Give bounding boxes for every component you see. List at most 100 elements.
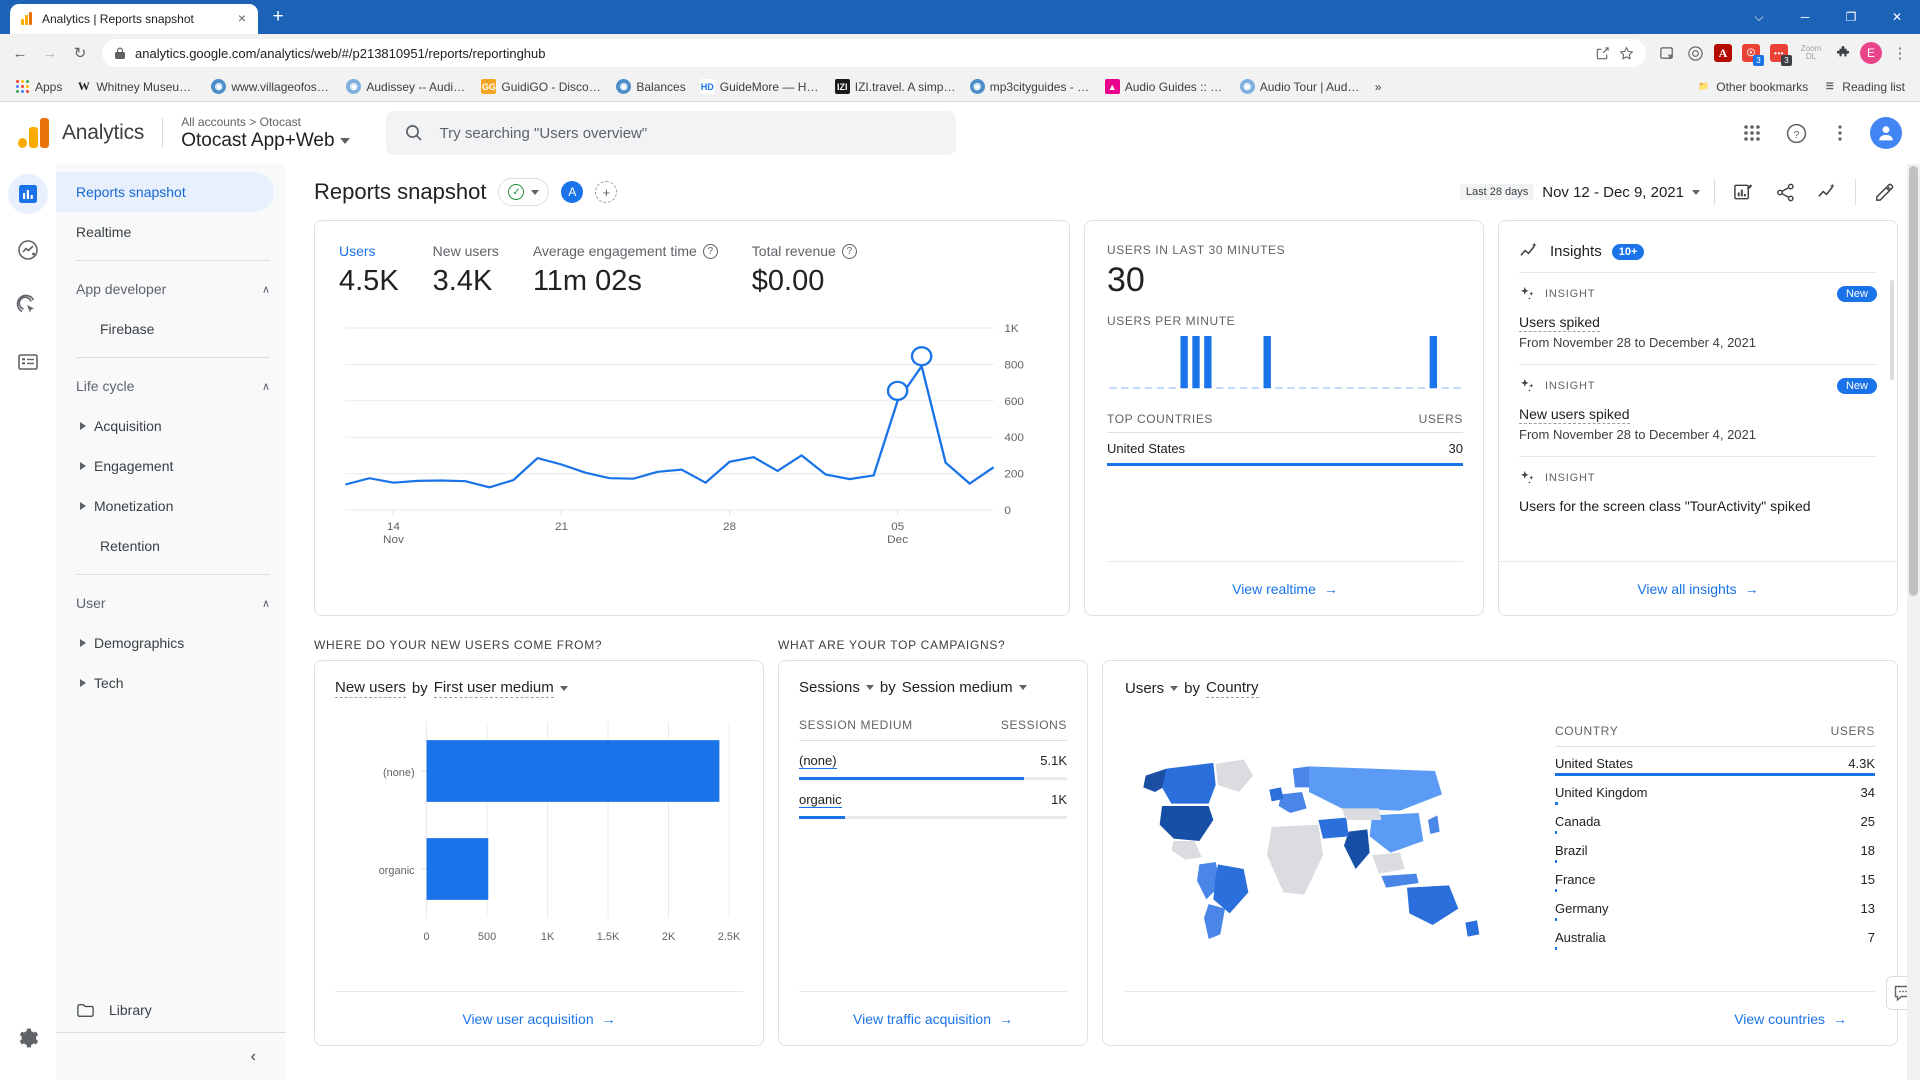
bookmarks-overflow-button[interactable]: » bbox=[1368, 77, 1389, 97]
bookmark-audiotour[interactable]: ◉ Audio Tour | Audio... bbox=[1233, 76, 1368, 97]
page-scrollbar-thumb[interactable] bbox=[1909, 166, 1918, 596]
insight-item[interactable]: INSIGHT Users for the screen class "Tour… bbox=[1519, 456, 1877, 529]
sidebar-item-monetization[interactable]: Monetization bbox=[56, 486, 286, 526]
dimension-selector[interactable]: First user medium bbox=[433, 679, 554, 698]
bookmark-villageofossining[interactable]: ◉ www.villageofossini... bbox=[204, 76, 339, 97]
sidebar-item-firebase[interactable]: Firebase bbox=[56, 309, 286, 349]
view-countries-link[interactable]: View countries → bbox=[1734, 1011, 1847, 1027]
table-row[interactable]: United States 4.3K bbox=[1555, 747, 1875, 776]
reading-list-button[interactable]: ☰ Reading list bbox=[1815, 76, 1912, 97]
puzzle-extensions-icon[interactable] bbox=[1830, 40, 1856, 66]
target-extension-icon[interactable] bbox=[1682, 40, 1708, 66]
sidebar-collapse-button[interactable]: ‹ bbox=[56, 1032, 286, 1080]
rail-item-reports[interactable] bbox=[8, 174, 48, 214]
status-badge[interactable]: ✓ bbox=[498, 178, 550, 206]
rail-item-admin[interactable] bbox=[8, 1018, 48, 1058]
rail-item-advertising[interactable] bbox=[8, 286, 48, 326]
cell-medium[interactable]: organic bbox=[799, 792, 842, 808]
insight-item[interactable]: INSIGHT New New users spiked From Novemb… bbox=[1519, 364, 1877, 456]
other-bookmarks-folder[interactable]: 📁 Other bookmarks bbox=[1689, 76, 1815, 97]
sidebar-item-library[interactable]: Library bbox=[56, 988, 286, 1032]
table-row[interactable]: Canada 25 bbox=[1555, 805, 1875, 834]
view-all-insights-link[interactable]: View all insights → bbox=[1637, 581, 1758, 597]
bookmark-apps[interactable]: Apps bbox=[8, 76, 69, 97]
insight-headline[interactable]: Users spiked bbox=[1519, 314, 1600, 332]
help-icon[interactable]: ? bbox=[1782, 119, 1810, 147]
metric-total-revenue[interactable]: Total revenue ? $0.00 bbox=[752, 243, 857, 298]
sidebar-group-app-developer[interactable]: App developer ∧ bbox=[56, 269, 286, 309]
bookmark-audioguides[interactable]: ▲ Audio Guides :: Ne... bbox=[1098, 76, 1233, 97]
dimension-selector[interactable]: Country bbox=[1206, 679, 1259, 698]
table-row[interactable]: Australia 7 bbox=[1555, 921, 1875, 950]
help-icon[interactable]: ? bbox=[702, 243, 718, 259]
sidebar-item-acquisition[interactable]: Acquisition bbox=[56, 406, 286, 446]
reload-icon[interactable]: ↻ bbox=[66, 39, 94, 67]
cell-medium[interactable]: (none) bbox=[799, 753, 837, 769]
browser-menu-icon[interactable]: ⋮ bbox=[1886, 39, 1914, 67]
sidebar-group-life-cycle[interactable]: Life cycle ∧ bbox=[56, 366, 286, 406]
dimension-selector[interactable]: Session medium bbox=[902, 679, 1013, 696]
users-line-chart[interactable]: 0 200 400 600 800 1K 14 Nov 21 28 05 Dec bbox=[339, 314, 1045, 605]
address-bar[interactable]: analytics.google.com/analytics/web/#/p21… bbox=[102, 39, 1646, 67]
bookmark-audissey[interactable]: ◉ Audissey -- Audio T... bbox=[339, 76, 474, 97]
table-row[interactable]: organic 1K bbox=[799, 780, 1067, 819]
sidebar-item-demographics[interactable]: Demographics bbox=[56, 623, 286, 663]
bookmark-guidigo[interactable]: GG GuidiGO - Discover... bbox=[474, 76, 609, 97]
minimize-button[interactable]: ─ bbox=[1782, 0, 1828, 34]
metric-avg-engagement-time[interactable]: Average engagement time ? 11m 02s bbox=[533, 243, 718, 298]
view-traffic-acquisition-link[interactable]: View traffic acquisition → bbox=[853, 1011, 1013, 1027]
bookmark-whitney[interactable]: W Whitney Museum o... bbox=[69, 76, 204, 97]
table-row[interactable]: United Kingdom 34 bbox=[1555, 776, 1875, 805]
chevron-down-icon[interactable] bbox=[1018, 685, 1027, 690]
compare-icon[interactable] bbox=[1813, 178, 1841, 206]
dashboard-scroll[interactable]: Users 4.5K New users 3.4K Average engage… bbox=[286, 220, 1920, 1080]
chevron-down-icon[interactable] bbox=[559, 686, 568, 691]
browser-tab[interactable]: Analytics | Reports snapshot × bbox=[10, 4, 258, 34]
maximize-button[interactable]: ❐ bbox=[1828, 0, 1874, 34]
forward-icon[interactable]: → bbox=[36, 39, 64, 67]
account-selector[interactable]: All accounts > Otocast Otocast App+Web bbox=[181, 115, 350, 152]
bookmark-mp3cityguides[interactable]: ◉ mp3cityguides - Do... bbox=[963, 76, 1098, 97]
metric-selector[interactable]: New users bbox=[335, 679, 406, 698]
search-input[interactable]: Try searching "Users overview" bbox=[385, 111, 956, 155]
share-icon[interactable] bbox=[1771, 178, 1799, 206]
adobe-acrobat-extension-icon[interactable]: A bbox=[1710, 40, 1736, 66]
rail-item-configure[interactable] bbox=[8, 342, 48, 382]
tab-close-icon[interactable]: × bbox=[234, 11, 250, 27]
table-row[interactable]: (none) 5.1K bbox=[799, 741, 1067, 780]
chevron-down-icon[interactable]: ⌵ bbox=[1736, 0, 1782, 34]
profile-avatar[interactable]: E bbox=[1858, 40, 1884, 66]
table-row[interactable]: France 15 bbox=[1555, 863, 1875, 892]
clipper-extension-icon[interactable]: ☉ 3 bbox=[1738, 40, 1764, 66]
zoom-dl-extension-icon[interactable]: Zoom DL bbox=[1794, 40, 1828, 66]
property-name[interactable]: Otocast App+Web bbox=[181, 130, 350, 152]
sidebar-item-reports-snapshot[interactable]: Reports snapshot bbox=[56, 172, 274, 212]
metric-selector[interactable]: Sessions bbox=[799, 679, 860, 696]
apps-icon[interactable] bbox=[1738, 119, 1766, 147]
insights-scrollbar[interactable] bbox=[1890, 280, 1894, 380]
share-page-icon[interactable] bbox=[1595, 46, 1610, 61]
bookmark-izitravel[interactable]: IZI IZI.travel. A simple... bbox=[828, 76, 963, 97]
date-range-selector[interactable]: Last 28 days Nov 12 - Dec 9, 2021 bbox=[1459, 184, 1700, 201]
realtime-table-row[interactable]: United States 30 bbox=[1107, 432, 1463, 466]
rail-item-explore[interactable] bbox=[8, 230, 48, 270]
sidebar-item-engagement[interactable]: Engagement bbox=[56, 446, 286, 486]
account-avatar[interactable] bbox=[1870, 117, 1902, 149]
bookmark-balances[interactable]: ◉ Balances bbox=[609, 76, 692, 97]
sidebar-item-realtime[interactable]: Realtime bbox=[56, 212, 274, 252]
view-user-acquisition-link[interactable]: View user acquisition → bbox=[462, 1011, 615, 1027]
chevron-down-icon[interactable] bbox=[1170, 686, 1179, 691]
insight-headline[interactable]: New users spiked bbox=[1519, 406, 1630, 424]
audience-pill[interactable]: A bbox=[561, 181, 584, 203]
help-icon[interactable]: ? bbox=[841, 243, 857, 259]
star-icon[interactable] bbox=[1619, 46, 1634, 61]
insights-report-icon[interactable] bbox=[1729, 178, 1757, 206]
more-vert-icon[interactable] bbox=[1826, 119, 1854, 147]
table-row[interactable]: Brazil 18 bbox=[1555, 834, 1875, 863]
tab-mute-extension-icon[interactable] bbox=[1654, 40, 1680, 66]
table-row[interactable]: Germany 13 bbox=[1555, 892, 1875, 921]
edit-pencil-icon[interactable] bbox=[1870, 178, 1898, 206]
add-comparison-button[interactable]: + bbox=[595, 181, 618, 203]
sidebar-item-retention[interactable]: Retention bbox=[56, 526, 286, 566]
insight-item[interactable]: INSIGHT New Users spiked From November 2… bbox=[1519, 272, 1877, 364]
